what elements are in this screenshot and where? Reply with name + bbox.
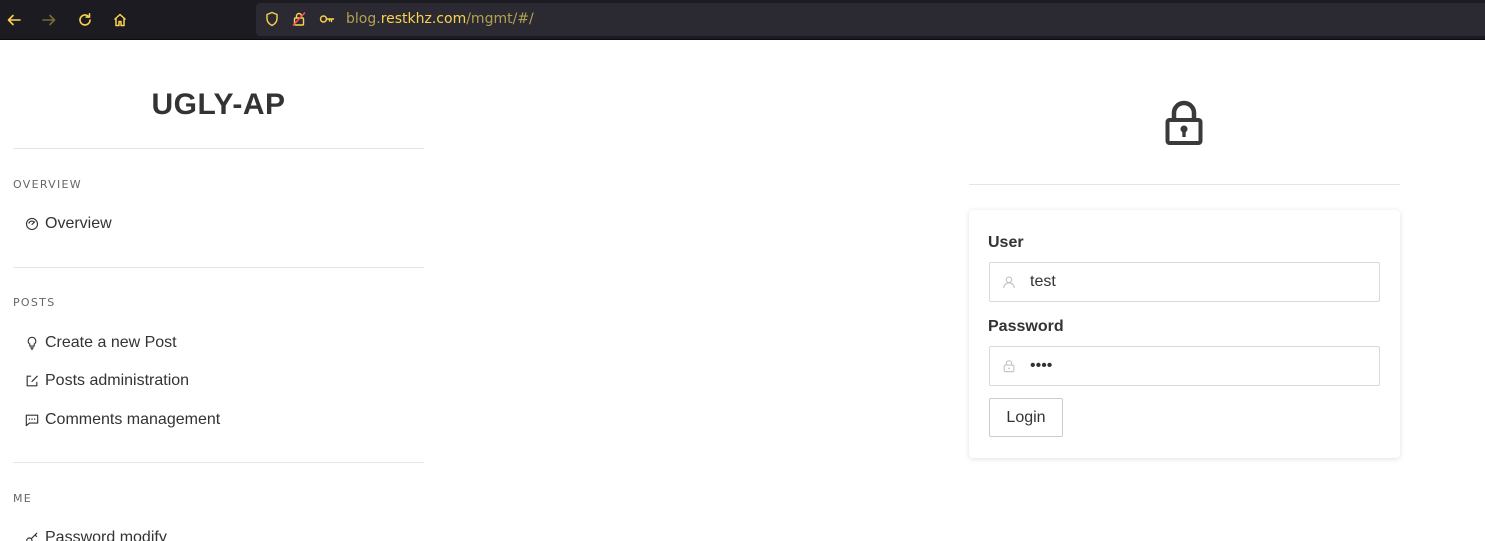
- lock-icon: [1165, 100, 1203, 145]
- user-input[interactable]: [1030, 263, 1370, 301]
- back-button[interactable]: [2, 8, 26, 32]
- edit-icon: [26, 375, 38, 387]
- key-icon[interactable]: [319, 11, 335, 27]
- url-prefix: blog.: [346, 11, 381, 27]
- sidebar-item-comments-management[interactable]: Comments management: [25, 408, 220, 432]
- arrow-left-icon: [7, 14, 21, 26]
- user-icon: [1003, 276, 1015, 289]
- url-host: restkhz.com: [380, 11, 467, 27]
- password-input[interactable]: [1030, 347, 1370, 385]
- lock-icon: [1003, 360, 1015, 373]
- app-title: UGLY-AP: [151, 88, 286, 121]
- reload-icon: [79, 13, 91, 26]
- login-divider: [969, 184, 1400, 185]
- sidebar-item-label: Password modify: [45, 529, 167, 541]
- login-card: User Password Login: [969, 210, 1400, 458]
- sidebar-item-label: Overview: [45, 215, 112, 232]
- password-label: Password: [988, 318, 1064, 335]
- sidebar-item-label: Posts administration: [45, 372, 190, 389]
- sidebar-item-posts-administration[interactable]: Posts administration: [25, 369, 189, 393]
- sidebar-item-create-post[interactable]: Create a new Post: [25, 331, 177, 355]
- home-icon: [113, 13, 127, 27]
- url-text[interactable]: blog.restkhz.com/mgmt/#/: [346, 11, 534, 27]
- shield-icon[interactable]: [264, 11, 280, 27]
- home-button[interactable]: [108, 8, 132, 32]
- sidebar-item-label: Create a new Post: [45, 334, 177, 351]
- login-button[interactable]: Login: [989, 398, 1063, 437]
- sidebar-item-label: Comments management: [45, 411, 221, 428]
- reload-button[interactable]: [73, 8, 97, 32]
- sidebar-item-overview[interactable]: Overview: [25, 212, 112, 236]
- key-icon: [26, 532, 38, 541]
- bulb-icon: [27, 336, 37, 350]
- url-bar[interactable]: blog.restkhz.com/mgmt/#/: [256, 3, 1485, 36]
- sidebar-divider: [13, 267, 424, 268]
- sidebar-divider: [13, 148, 424, 149]
- password-field[interactable]: [989, 346, 1380, 386]
- forward-button[interactable]: [37, 8, 61, 32]
- user-label: User: [988, 234, 1024, 251]
- section-label-me: ME: [13, 492, 33, 505]
- url-path: /mgmt/#/: [466, 11, 534, 27]
- insecure-lock-icon[interactable]: [291, 11, 307, 27]
- dashboard-icon: [25, 217, 39, 231]
- sidebar-divider: [13, 462, 424, 463]
- message-icon: [25, 414, 39, 427]
- arrow-right-icon: [42, 14, 56, 26]
- section-label-posts: POSTS: [13, 296, 56, 309]
- section-label-overview: OVERVIEW: [13, 178, 82, 191]
- user-field[interactable]: [989, 262, 1380, 302]
- browser-toolbar: blog.restkhz.com/mgmt/#/: [0, 0, 1485, 40]
- sidebar-item-password-modify[interactable]: Password modify: [25, 526, 167, 541]
